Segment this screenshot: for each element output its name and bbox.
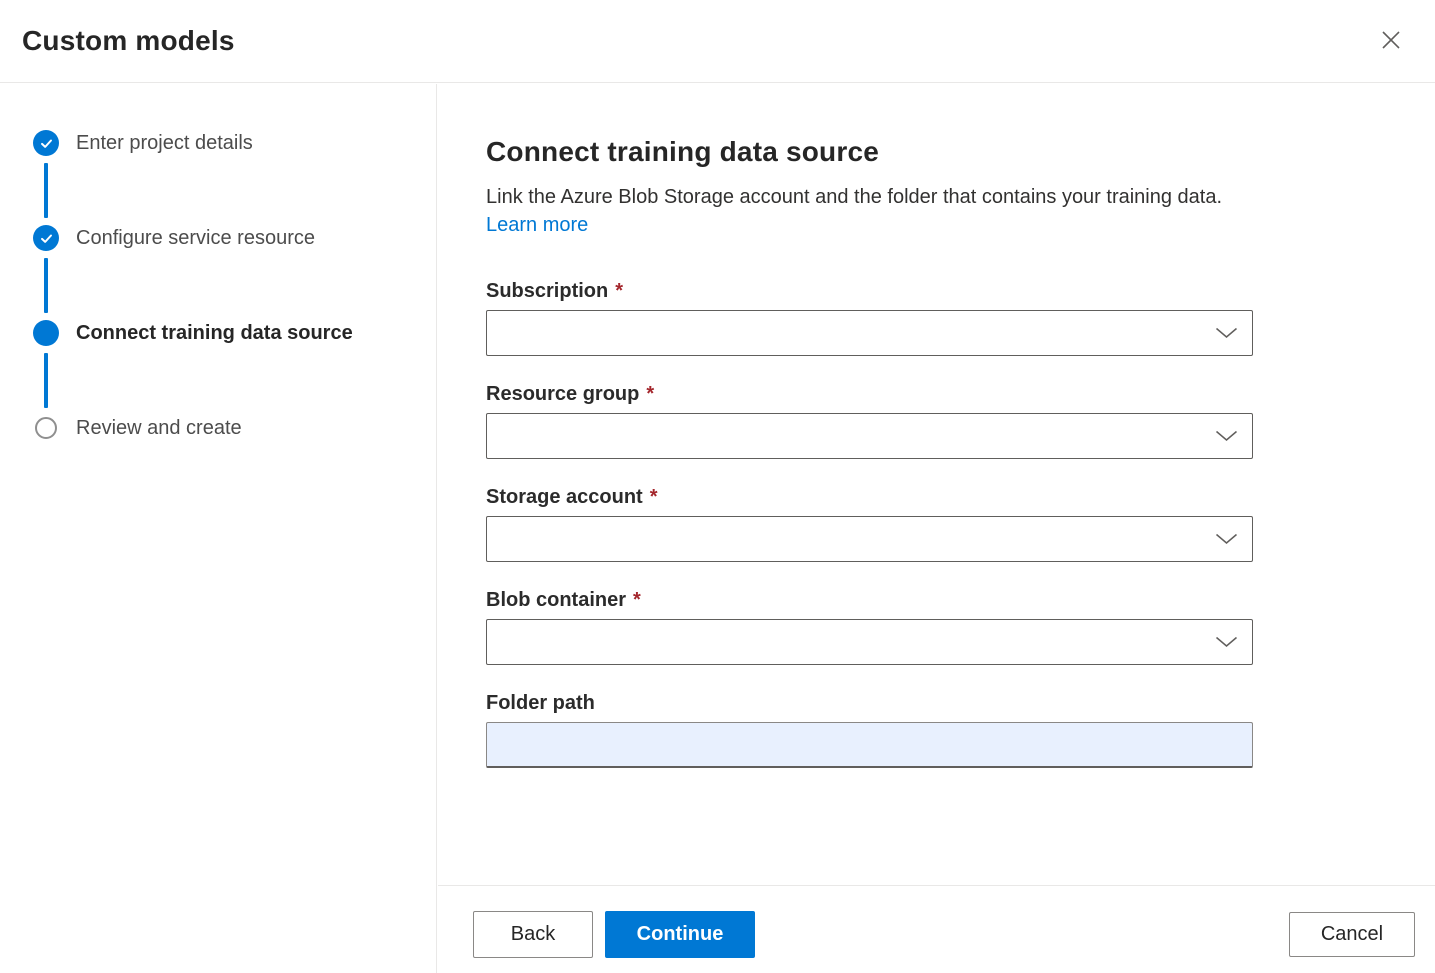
resource-group-label: Resource group * <box>486 382 1435 406</box>
required-asterisk: * <box>615 279 623 303</box>
required-asterisk: * <box>633 588 641 612</box>
step-current-dot-icon <box>33 320 59 346</box>
dialog-title: Custom models <box>22 25 235 57</box>
back-button[interactable]: Back <box>473 911 593 958</box>
required-asterisk: * <box>650 485 658 509</box>
resource-group-field-group: Resource group * <box>486 382 1435 459</box>
step-connector <box>44 258 48 313</box>
chevron-down-icon <box>1215 636 1238 648</box>
resource-group-dropdown[interactable] <box>486 413 1253 459</box>
description-text: Link the Azure Blob Storage account and … <box>486 186 1222 208</box>
continue-button[interactable]: Continue <box>605 911 755 958</box>
folder-path-label: Folder path <box>486 691 1435 715</box>
step-label: Connect training data source <box>76 322 353 345</box>
step-label: Configure service resource <box>76 227 315 250</box>
storage-account-field-group: Storage account * <box>486 485 1435 562</box>
footer-divider <box>438 885 1435 886</box>
close-button[interactable] <box>1378 27 1404 53</box>
step-connect-training-data-source[interactable]: Connect training data source <box>33 320 436 346</box>
chevron-down-icon <box>1215 533 1238 545</box>
step-upcoming-circle-icon <box>35 417 57 439</box>
step-completed-check-icon <box>33 225 59 251</box>
step-label: Review and create <box>76 417 242 440</box>
subscription-field-group: Subscription * <box>486 279 1435 356</box>
required-asterisk: * <box>646 382 654 406</box>
subscription-label: Subscription * <box>486 279 1435 303</box>
page-title: Connect training data source <box>486 135 1435 169</box>
step-enter-project-details[interactable]: Enter project details <box>33 130 436 156</box>
training-data-source-form: Subscription * Resource group * <box>486 279 1435 768</box>
step-label: Enter project details <box>76 132 253 155</box>
wizard-stepper: Enter project details Configure service … <box>0 84 436 441</box>
stepper-panel: Enter project details Configure service … <box>0 84 437 973</box>
storage-account-dropdown[interactable] <box>486 516 1253 562</box>
blob-container-dropdown[interactable] <box>486 619 1253 665</box>
folder-path-field-group: Folder path <box>486 691 1435 768</box>
storage-account-label: Storage account * <box>486 485 1435 509</box>
learn-more-link[interactable]: Learn more <box>486 214 588 236</box>
step-configure-service-resource[interactable]: Configure service resource <box>33 225 436 251</box>
step-completed-check-icon <box>33 130 59 156</box>
cancel-button[interactable]: Cancel <box>1289 912 1415 957</box>
step-connector <box>44 353 48 408</box>
subscription-dropdown[interactable] <box>486 310 1253 356</box>
folder-path-input[interactable] <box>486 722 1253 768</box>
close-icon <box>1380 29 1402 51</box>
chevron-down-icon <box>1215 327 1238 339</box>
blob-container-field-group: Blob container * <box>486 588 1435 665</box>
content-pane: Connect training data source Link the Az… <box>438 84 1435 973</box>
chevron-down-icon <box>1215 430 1238 442</box>
page-description: Link the Azure Blob Storage account and … <box>486 183 1231 239</box>
blob-container-label: Blob container * <box>486 588 1435 612</box>
step-review-and-create[interactable]: Review and create <box>33 415 436 441</box>
step-connector <box>44 163 48 218</box>
dialog-header: Custom models <box>0 0 1435 83</box>
